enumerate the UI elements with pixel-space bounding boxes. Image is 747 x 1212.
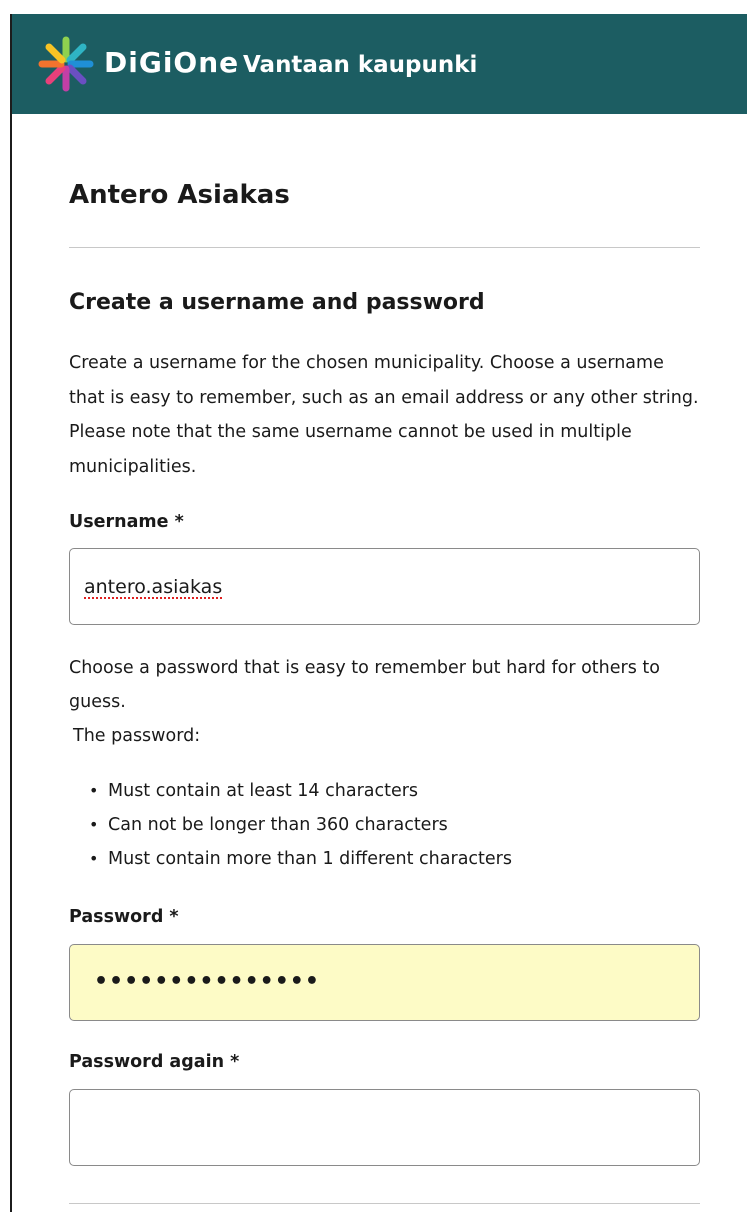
password-help-text: Choose a password that is easy to rememb… [69, 658, 660, 712]
customer-name: Antero Asiakas [69, 180, 290, 210]
password-rules-list: Must contain at least 14 characters Can … [89, 774, 512, 876]
digione-logo-icon [38, 36, 94, 92]
divider [69, 247, 700, 248]
password-rules-intro: The password: [73, 726, 201, 746]
divider [69, 1203, 700, 1204]
section-title: Create a username and password [69, 290, 485, 315]
intro-text: Create a username for the chosen municip… [69, 353, 699, 477]
site-header: DiGiOne Vantaan kaupunki [12, 14, 747, 114]
password-rule: Can not be longer than 360 characters [89, 808, 512, 842]
password-masked-value: ••••••••••••••• [94, 969, 320, 994]
municipality-name: Vantaan kaupunki [243, 52, 478, 78]
username-value: antero.asiakas [84, 576, 223, 598]
password-label: Password * [69, 907, 179, 927]
brand-name: DiGiOne [104, 46, 240, 79]
window-edge [10, 14, 12, 1212]
password-rule: Must contain at least 14 characters [89, 774, 512, 808]
username-label: Username * [69, 512, 184, 532]
password-rule: Must contain more than 1 different chara… [89, 842, 512, 876]
password-again-input[interactable] [69, 1089, 700, 1166]
username-input[interactable]: antero.asiakas [69, 548, 700, 625]
password-again-label: Password again * [69, 1052, 240, 1072]
password-input[interactable]: ••••••••••••••• [69, 944, 700, 1021]
top-strip [0, 0, 747, 14]
